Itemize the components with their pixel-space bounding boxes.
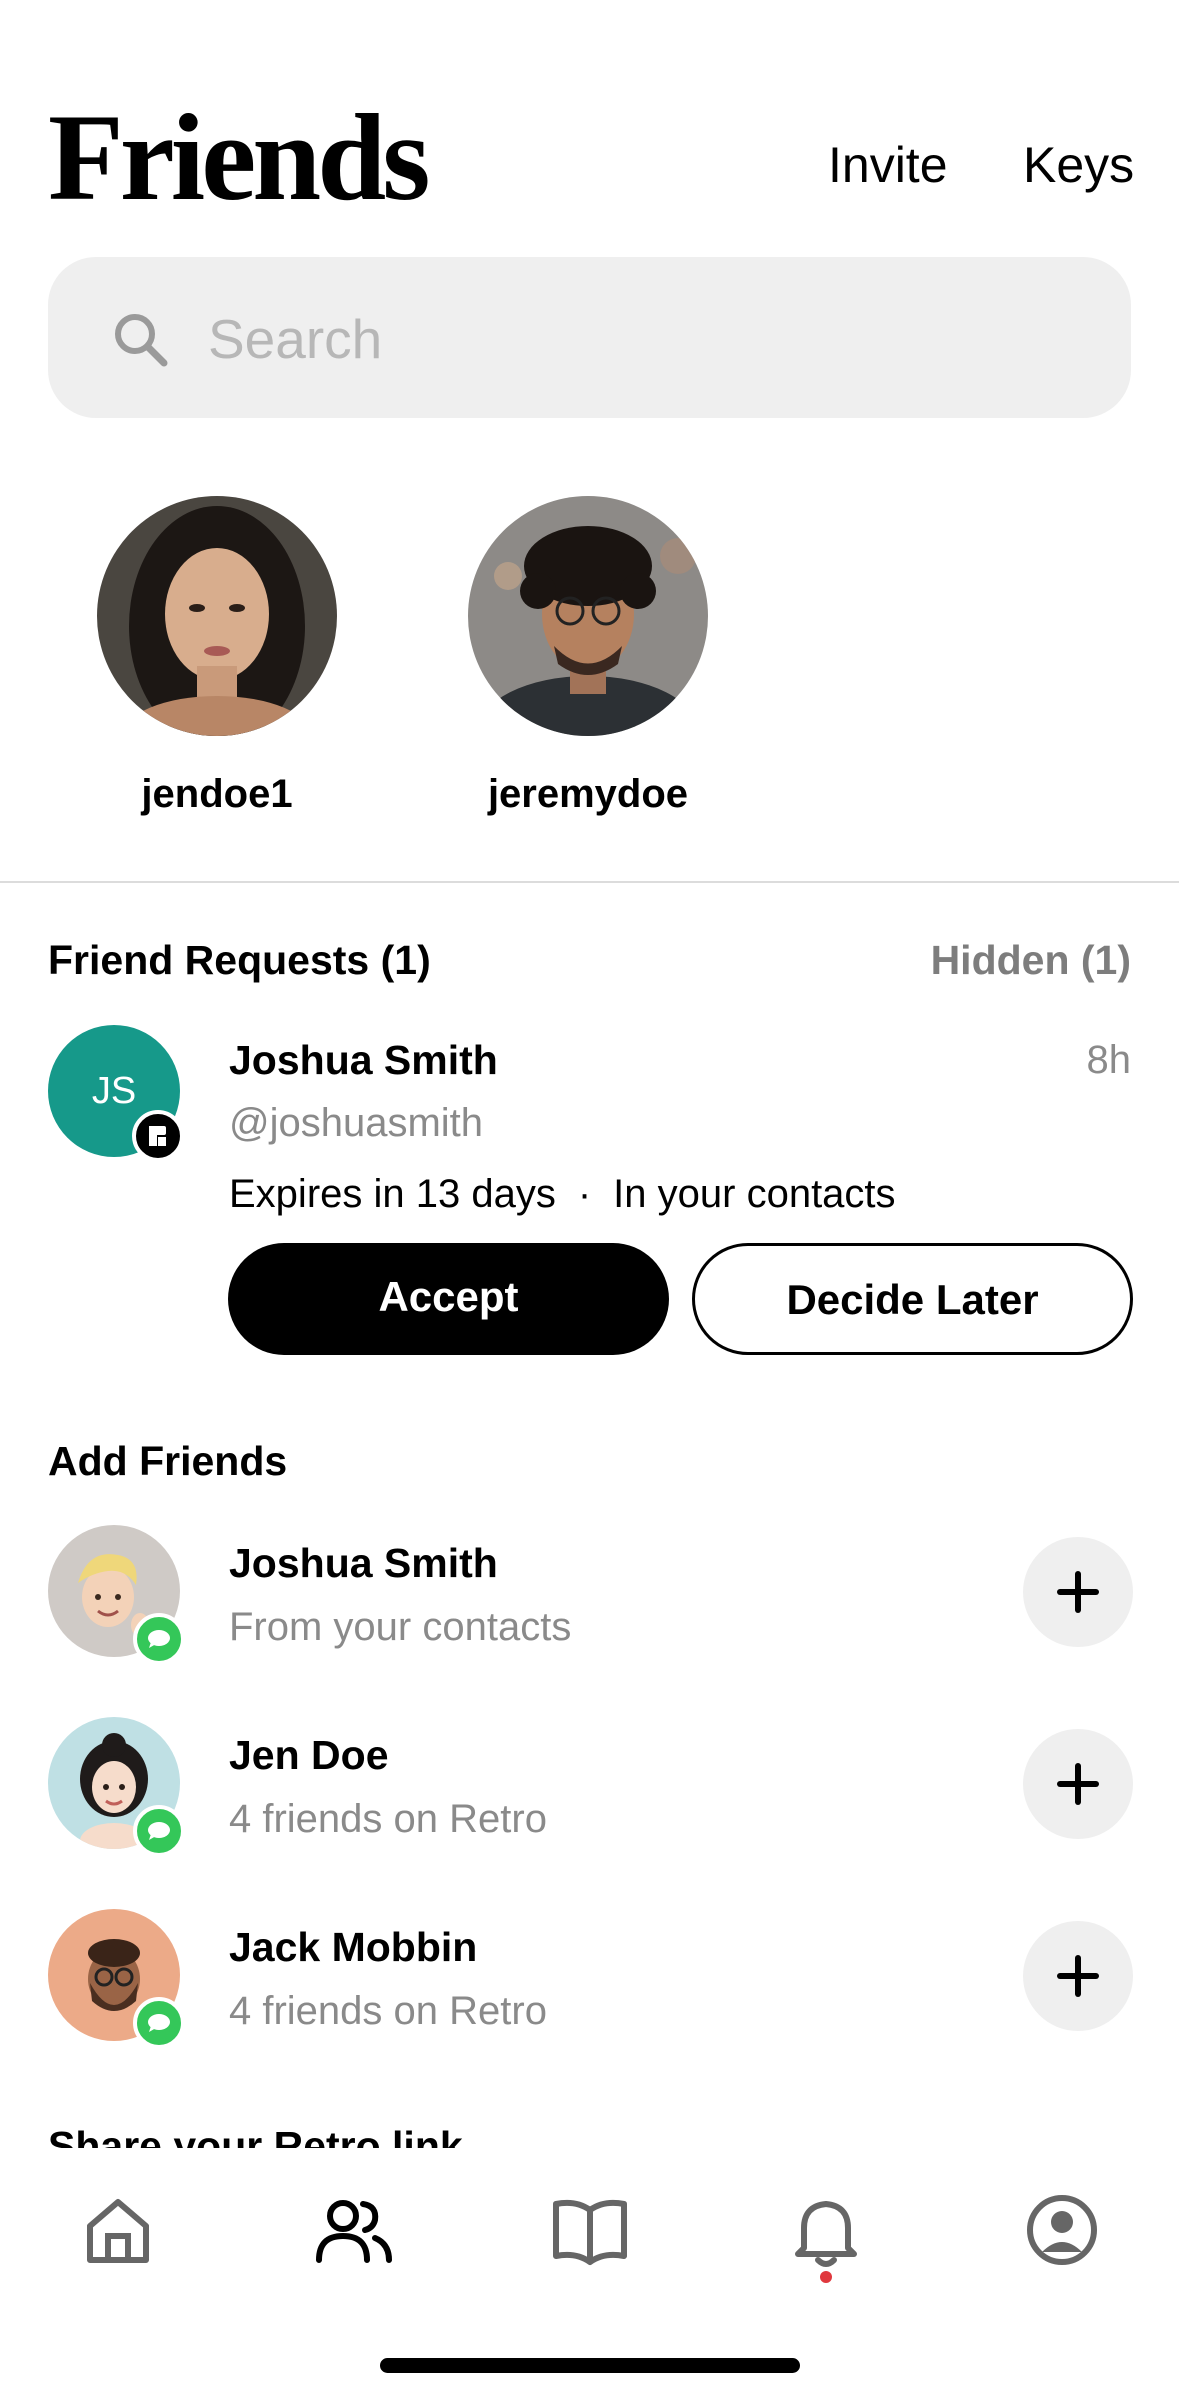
profile-icon[interactable]: [1020, 2188, 1104, 2272]
friend-name: Jack Mobbin: [229, 1924, 478, 1970]
hidden-requests-link[interactable]: Hidden (1): [931, 940, 1131, 981]
friend-name: Joshua Smith: [229, 1540, 498, 1586]
message-icon: [133, 1805, 185, 1857]
add-friend-button[interactable]: [1023, 1921, 1133, 2031]
home-icon[interactable]: [76, 2188, 160, 2272]
story-item[interactable]: jeremydoe: [466, 496, 710, 814]
add-friend-button[interactable]: [1023, 1729, 1133, 1839]
avatar[interactable]: [97, 496, 337, 736]
story-username: jendoe1: [141, 772, 293, 816]
share-link-title: Share your Retro link: [48, 2123, 463, 2149]
story-item[interactable]: jendoe1: [95, 496, 339, 814]
friend-requests-title: Friend Requests (1): [48, 937, 431, 983]
keys-button[interactable]: Keys: [1023, 140, 1134, 190]
request-context: In your contacts: [613, 1172, 896, 1216]
accept-button[interactable]: Accept: [228, 1243, 669, 1355]
avatar[interactable]: [468, 496, 708, 736]
plus-icon: [1057, 1763, 1099, 1805]
search-input[interactable]: Search: [48, 257, 1131, 418]
add-friend-button[interactable]: [1023, 1537, 1133, 1647]
request-time: 8h: [1086, 1038, 1132, 1082]
decide-later-button[interactable]: Decide Later: [692, 1243, 1133, 1355]
request-meta: Expires in 13 days · In your contacts: [229, 1174, 896, 1214]
separator-dot: ·: [577, 1172, 592, 1216]
friend-subtitle: 4 friends on Retro: [229, 1797, 547, 1841]
request-handle: @joshuasmith: [229, 1101, 484, 1145]
friend-subtitle: 4 friends on Retro: [229, 1989, 547, 2033]
friend-subtitle: From your contacts: [229, 1605, 572, 1649]
plus-icon: [1057, 1955, 1099, 1997]
notifications-icon[interactable]: [784, 2188, 868, 2272]
add-friends-title: Add Friends: [48, 1438, 288, 1484]
list-item: Jack Mobbin 4 friends on Retro: [0, 1909, 1179, 2049]
invite-button[interactable]: Invite: [828, 140, 948, 190]
search-placeholder: Search: [208, 308, 383, 370]
request-expiry: Expires in 13 days: [229, 1172, 556, 1216]
request-name: Joshua Smith: [229, 1037, 498, 1083]
header: Friends Invite Keys: [0, 0, 1179, 250]
list-item: Jen Doe 4 friends on Retro: [0, 1717, 1179, 1857]
plus-icon: [1057, 1571, 1099, 1613]
list-item: Joshua Smith From your contacts: [0, 1525, 1179, 1665]
search-icon: [115, 314, 168, 367]
message-icon: [133, 1997, 185, 2049]
home-indicator: [380, 2358, 800, 2373]
friend-name: Jen Doe: [229, 1732, 389, 1778]
message-icon: [133, 1613, 185, 1665]
notification-dot: [820, 2271, 832, 2283]
share-link-section: Share your Retro link: [48, 2118, 648, 2149]
retro-logo-icon: [132, 1110, 184, 1162]
divider: [0, 881, 1179, 883]
page-title: Friends: [48, 89, 430, 226]
story-username: jeremydoe: [487, 772, 689, 816]
journal-icon[interactable]: [548, 2188, 632, 2272]
friends-icon[interactable]: [311, 2188, 395, 2272]
